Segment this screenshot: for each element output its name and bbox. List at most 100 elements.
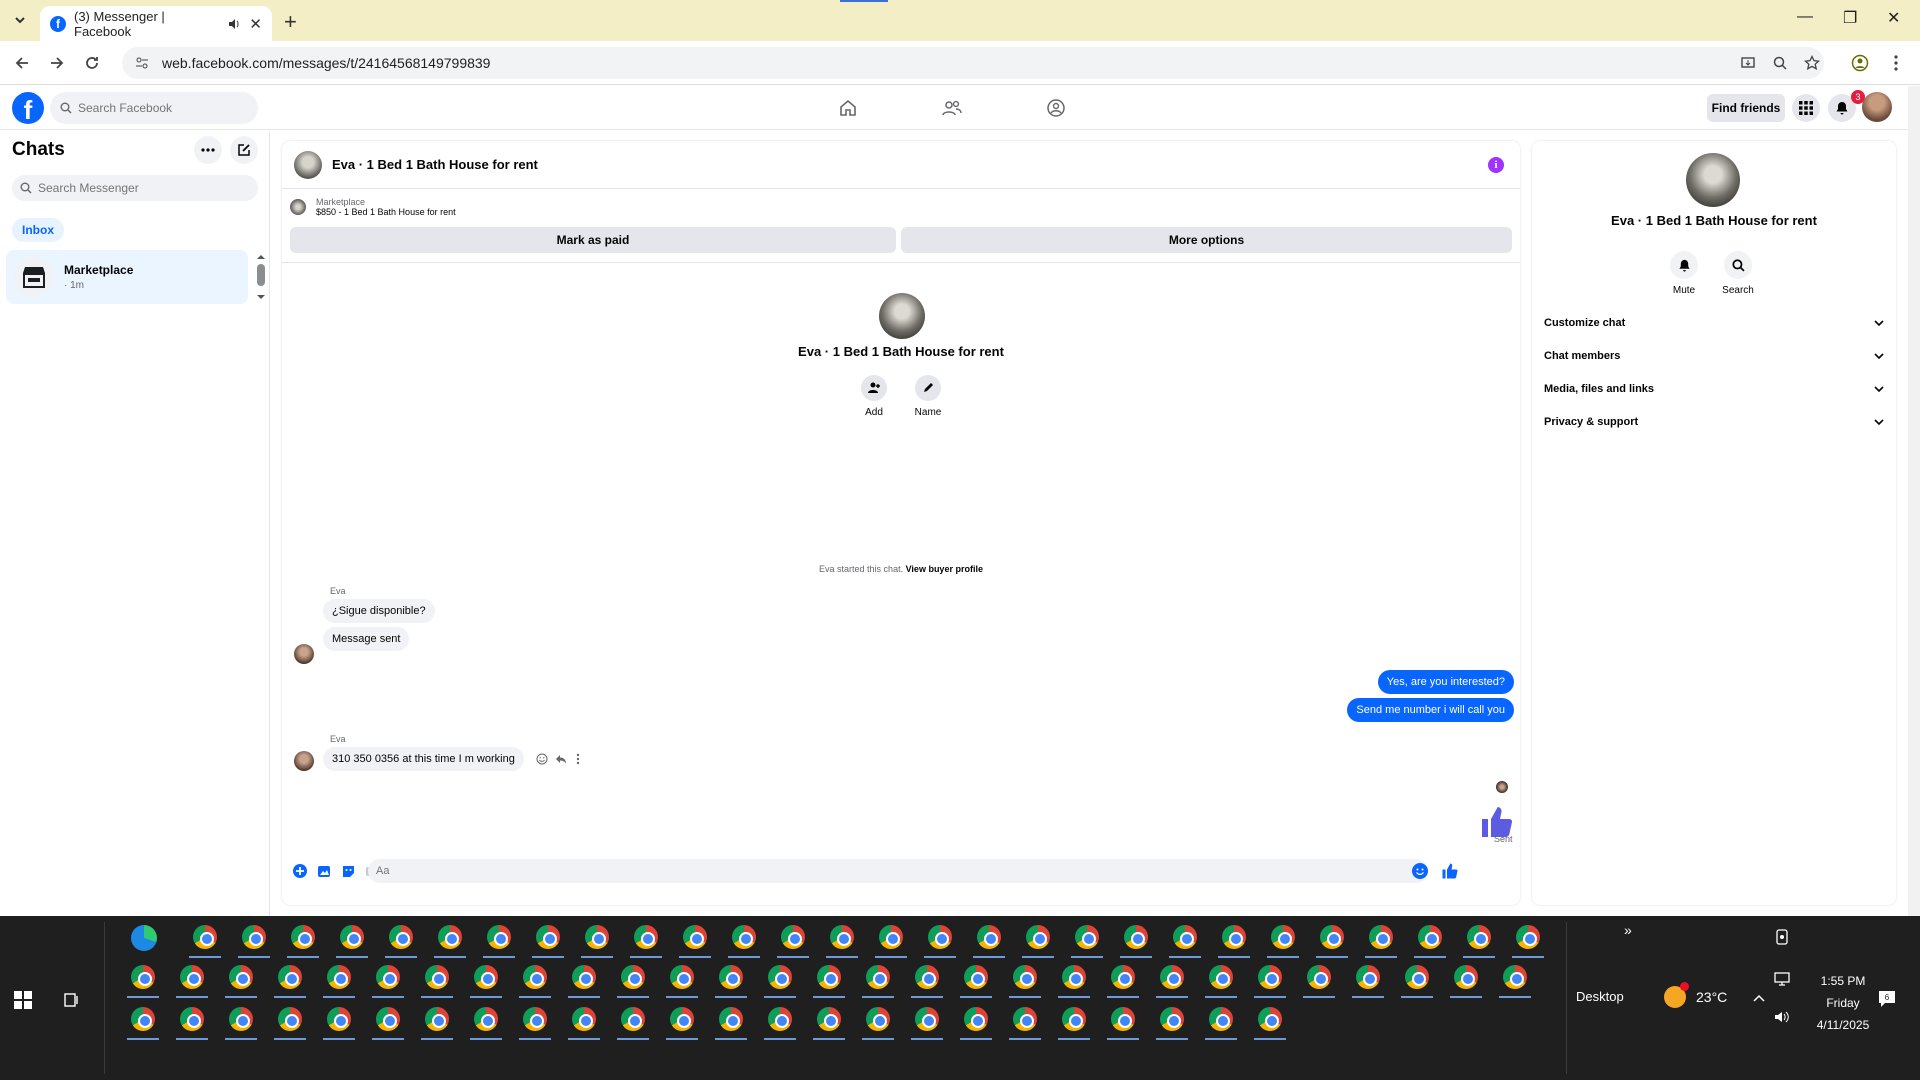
chrome-window-icon[interactable] <box>536 925 560 949</box>
notification-center-icon[interactable]: 6 <box>1876 988 1898 1010</box>
chrome-window-icon[interactable] <box>1062 1007 1086 1031</box>
chrome-window-icon[interactable] <box>1405 965 1429 989</box>
customize-chat-section[interactable]: Customize chat <box>1544 311 1884 335</box>
conversation-title[interactable]: Eva · 1 Bed 1 Bath House for rent <box>332 157 538 172</box>
browser-tab[interactable]: f (3) Messenger | Facebook ✕ <box>40 6 272 41</box>
chrome-window-icon[interactable] <box>830 925 854 949</box>
chrome-window-icon[interactable] <box>572 965 596 989</box>
chrome-window-icon[interactable] <box>915 1007 939 1031</box>
photo-icon[interactable] <box>314 861 334 881</box>
close-tab-icon[interactable]: ✕ <box>249 15 262 33</box>
listing-info[interactable]: Marketplace $850 - 1 Bed 1 Bath House fo… <box>290 197 456 217</box>
chrome-window-icon[interactable] <box>180 965 204 989</box>
inbox-filter-tab[interactable]: Inbox <box>12 218 64 242</box>
chrome-window-icon[interactable] <box>340 925 364 949</box>
facebook-search-input[interactable] <box>78 101 238 115</box>
bookmark-star-icon[interactable] <box>1800 51 1824 75</box>
scrollbar-thumb[interactable] <box>257 264 265 286</box>
chrome-window-icon[interactable] <box>180 1007 204 1031</box>
show-hidden-icons-chevron-icon[interactable] <box>1750 989 1768 1007</box>
chrome-window-icon[interactable] <box>585 925 609 949</box>
task-view-icon[interactable] <box>60 989 82 1011</box>
windows-start-icon[interactable] <box>14 991 34 1011</box>
chrome-window-icon[interactable] <box>1111 965 1135 989</box>
chrome-window-icon[interactable] <box>572 1007 596 1031</box>
taskbar-clock[interactable]: 1:55 PM Friday 4/11/2025 <box>1798 970 1888 1036</box>
chrome-window-icon[interactable] <box>768 1007 792 1031</box>
facebook-search[interactable] <box>50 92 258 124</box>
chrome-window-icon[interactable] <box>719 1007 743 1031</box>
weather-widget[interactable]: 23°C <box>1664 982 1727 1008</box>
sidebar-scrollbar[interactable] <box>256 254 266 302</box>
chat-info-avatar[interactable] <box>1686 153 1740 207</box>
chrome-window-icon[interactable] <box>1173 925 1197 949</box>
chrome-window-icon[interactable] <box>879 925 903 949</box>
chrome-window-icon[interactable] <box>977 925 1001 949</box>
message-bubble[interactable]: Message sent <box>323 627 410 651</box>
new-tab-icon[interactable]: + <box>284 9 297 35</box>
sender-avatar[interactable] <box>294 751 314 771</box>
back-icon[interactable] <box>10 51 34 75</box>
chrome-window-icon[interactable] <box>928 925 952 949</box>
chrome-window-icon[interactable] <box>1013 965 1037 989</box>
chrome-window-icon[interactable] <box>670 965 694 989</box>
install-app-icon[interactable] <box>1736 51 1760 75</box>
chrome-window-icon[interactable] <box>193 925 217 949</box>
menu-grid-icon[interactable] <box>1792 94 1820 122</box>
chrome-window-icon[interactable] <box>1075 925 1099 949</box>
chrome-window-icon[interactable] <box>278 1007 302 1031</box>
chrome-window-icon[interactable] <box>1013 1007 1037 1031</box>
profile-icon[interactable] <box>1848 51 1872 75</box>
chrome-window-icon[interactable] <box>1503 965 1527 989</box>
messenger-search[interactable] <box>12 175 258 201</box>
message-bubble[interactable]: ¿Sigue disponible? <box>323 599 435 623</box>
new-message-icon[interactable] <box>230 136 258 164</box>
contact-avatar[interactable] <box>879 293 925 339</box>
tab-search-chevron-icon[interactable] <box>8 8 32 32</box>
reply-icon[interactable] <box>554 752 568 766</box>
site-info-icon[interactable] <box>134 55 150 71</box>
chrome-window-icon[interactable] <box>131 965 155 989</box>
message-input[interactable] <box>368 859 1428 883</box>
chrome-window-icon[interactable] <box>291 925 315 949</box>
network-icon[interactable] <box>1773 970 1791 988</box>
media-files-links-section[interactable]: Media, files and links <box>1544 377 1884 401</box>
friends-icon[interactable] <box>940 96 964 120</box>
conversation-list-item[interactable]: Marketplace · 1m <box>6 250 248 304</box>
info-icon[interactable]: i <box>1488 157 1504 173</box>
chrome-window-icon[interactable] <box>1062 965 1086 989</box>
restore-icon[interactable]: ❐ <box>1843 8 1857 28</box>
reload-icon[interactable] <box>80 51 104 75</box>
chrome-window-icon[interactable] <box>1356 965 1380 989</box>
mute-button[interactable]: Mute <box>1662 251 1706 296</box>
chrome-window-icon[interactable] <box>621 1007 645 1031</box>
chrome-window-icon[interactable] <box>964 1007 988 1031</box>
chrome-window-icon[interactable] <box>1271 925 1295 949</box>
message-bubble-outgoing[interactable]: Send me number i will call you <box>1347 698 1514 722</box>
chrome-window-icon[interactable] <box>1160 965 1184 989</box>
chrome-window-icon[interactable] <box>1026 925 1050 949</box>
chrome-window-icon[interactable] <box>1418 925 1442 949</box>
privacy-support-section[interactable]: Privacy & support <box>1544 410 1884 434</box>
edit-name-button[interactable]: Name <box>908 375 948 418</box>
emoji-icon[interactable] <box>1412 863 1428 879</box>
chrome-window-icon[interactable] <box>131 1007 155 1031</box>
chrome-window-icon[interactable] <box>425 1007 449 1031</box>
edge-browser-icon[interactable] <box>131 925 157 951</box>
desktop-toolbar-label[interactable]: Desktop <box>1576 989 1624 1004</box>
like-icon[interactable] <box>1440 861 1460 881</box>
chrome-window-icon[interactable] <box>1320 925 1344 949</box>
conversation-avatar[interactable] <box>294 150 322 179</box>
chrome-window-icon[interactable] <box>474 1007 498 1031</box>
close-window-icon[interactable]: ✕ <box>1887 8 1900 28</box>
chrome-window-icon[interactable] <box>1209 1007 1233 1031</box>
chrome-window-icon[interactable] <box>327 965 351 989</box>
message-more-icon[interactable] <box>571 752 585 766</box>
add-member-button[interactable]: Add <box>854 375 894 418</box>
message-bubble[interactable]: 310 350 0356 at this time I m working <box>323 747 524 771</box>
chrome-window-icon[interactable] <box>229 1007 253 1031</box>
chrome-window-icon[interactable] <box>278 965 302 989</box>
chrome-window-icon[interactable] <box>1160 1007 1184 1031</box>
more-options-icon[interactable] <box>194 136 222 164</box>
chrome-window-icon[interactable] <box>866 1007 890 1031</box>
